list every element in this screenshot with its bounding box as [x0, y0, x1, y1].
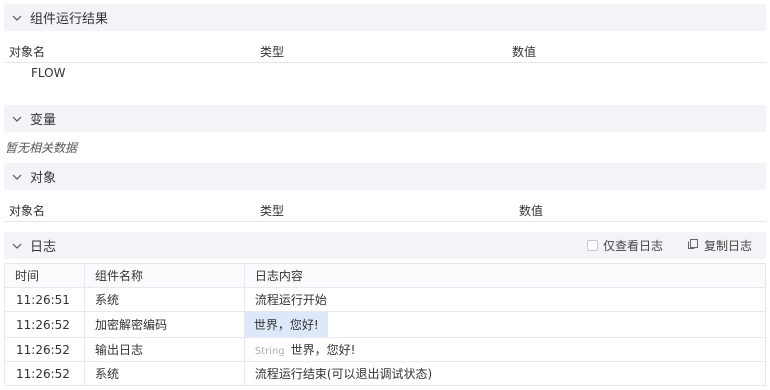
column-header: 类型 [260, 204, 285, 218]
section-header-result[interactable]: 组件运行结果 [4, 4, 766, 31]
column-header: 日志内容 [243, 263, 767, 288]
table-row[interactable]: 11:26:52 系统 流程运行结束(可以退出调试状态) [4, 361, 767, 386]
chevron-down-icon[interactable] [10, 239, 24, 253]
log-component: 加密解密编码 [83, 311, 245, 338]
log-content-cell: String 世界，您好! [243, 337, 767, 362]
table-row[interactable]: 11:26:52 加密解密编码 世界，您好! [4, 311, 767, 338]
column-header: 时间 [4, 263, 85, 288]
log-time: 11:26:52 [4, 311, 85, 338]
only-view-log-toggle[interactable]: 仅查看日志 [586, 237, 663, 254]
table-row[interactable]: 11:26:51 系统 流程运行开始 [4, 287, 767, 312]
log-component: 输出日志 [83, 337, 245, 362]
section-title: 变量 [30, 113, 57, 128]
log-content-cell: 世界，您好! [243, 311, 767, 338]
checkbox-icon[interactable] [586, 240, 598, 251]
log-content: 世界，您好! [290, 343, 356, 357]
copy-log-label[interactable]: 复制日志 [704, 237, 752, 254]
column-header: 组件名称 [83, 263, 245, 288]
chevron-down-icon[interactable] [10, 112, 24, 126]
section-title: 对象 [30, 171, 57, 186]
chevron-down-icon[interactable] [10, 11, 24, 25]
log-time: 11:26:52 [4, 337, 85, 362]
column-header: 数值 [519, 204, 544, 218]
column-header: 类型 [260, 45, 285, 59]
log-content: 流程运行结束(可以退出调试状态) [243, 361, 767, 386]
copy-log-button[interactable]: 复制日志 [687, 237, 752, 254]
empty-data-note: 暂无相关数据 [5, 141, 78, 155]
section-header-objects[interactable]: 对象 [4, 163, 766, 190]
copy-icon[interactable] [687, 238, 699, 253]
column-header: 数值 [512, 45, 537, 59]
log-table-header: 时间 组件名称 日志内容 [4, 263, 767, 288]
log-actions: 仅查看日志 复制日志 [586, 237, 752, 254]
column-header: 对象名 [9, 45, 46, 59]
chevron-down-icon[interactable] [10, 170, 24, 184]
log-table: 时间 组件名称 日志内容 11:26:51 系统 流程运行开始 11:26:52… [4, 263, 767, 386]
log-time: 11:26:52 [4, 361, 85, 386]
log-component: 系统 [83, 287, 245, 312]
section-title: 组件运行结果 [30, 12, 109, 27]
table-row[interactable]: 11:26:52 输出日志 String 世界，您好! [4, 337, 767, 362]
result-table-header: 对象名 类型 数值 [4, 37, 766, 63]
log-time: 11:26:51 [4, 287, 85, 312]
log-content: 流程运行开始 [243, 287, 767, 312]
log-content: 世界，您好! [244, 312, 328, 337]
only-view-log-label[interactable]: 仅查看日志 [603, 237, 663, 254]
section-title: 日志 [30, 240, 57, 255]
objects-table-header: 对象名 类型 数值 [4, 196, 766, 222]
column-header: 对象名 [9, 204, 46, 218]
result-row-name[interactable]: FLOW [31, 66, 65, 80]
section-header-variables[interactable]: 变量 [4, 105, 766, 132]
log-component: 系统 [83, 361, 245, 386]
type-tag: String [254, 346, 285, 357]
section-header-log[interactable]: 日志 仅查看日志 复制日志 [4, 232, 766, 259]
